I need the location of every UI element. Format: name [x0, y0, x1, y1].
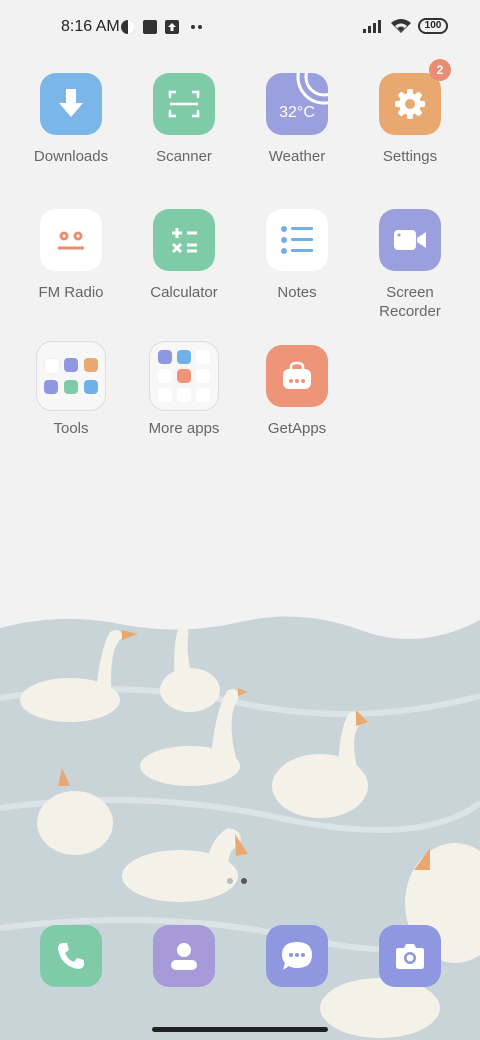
- dock-phone-app[interactable]: [40, 925, 102, 987]
- gear-icon: 2: [379, 59, 451, 135]
- downloads-icon: [40, 73, 102, 135]
- weather-icon: 32°C: [266, 73, 328, 135]
- app-getapps[interactable]: GetApps: [241, 345, 353, 438]
- app-label: Screen Recorder: [379, 284, 441, 320]
- app-label: GetApps: [267, 420, 327, 437]
- app-scanner[interactable]: Scanner: [128, 73, 240, 166]
- gesture-home-bar[interactable]: [152, 1027, 328, 1032]
- mini-app-icon: [196, 388, 210, 402]
- notification-badge: 2: [429, 59, 451, 81]
- battery-indicator: 100: [418, 18, 448, 34]
- mini-app-icon: [44, 380, 58, 394]
- scanner-icon: [153, 73, 215, 135]
- mini-app-icon: [84, 380, 98, 394]
- folder-icon: [149, 341, 219, 411]
- upload-notification-icon: [165, 20, 179, 34]
- page-indicator: [227, 878, 247, 884]
- folder-label: Tools: [53, 420, 89, 437]
- system-status: 100: [362, 18, 448, 34]
- mini-app-icon: [158, 350, 172, 364]
- dock-contacts-app[interactable]: [153, 925, 215, 987]
- status-bar: 8:16 AM 100: [0, 0, 480, 56]
- notes-icon: [266, 209, 328, 271]
- mini-app-icon: [64, 380, 78, 394]
- app-label: Notes: [277, 284, 317, 301]
- app-label: Scanner: [156, 148, 212, 165]
- folder-tools[interactable]: Tools: [15, 341, 127, 438]
- square-notification-icon: [143, 20, 157, 34]
- clock: 8:16 AM: [61, 18, 120, 35]
- mini-app-icon: [177, 350, 191, 364]
- app-settings[interactable]: 2 Settings: [354, 59, 466, 166]
- shopping-bag-icon: [266, 345, 328, 407]
- app-screen-recorder[interactable]: Screen Recorder: [354, 209, 466, 321]
- person-icon: [171, 943, 197, 970]
- mini-app-icon: [196, 350, 210, 364]
- app-calculator[interactable]: Calculator: [128, 209, 240, 302]
- calculator-icon: [153, 209, 215, 271]
- mini-app-icon: [84, 358, 98, 372]
- folder-icon: [36, 341, 106, 411]
- mini-app-icon: [158, 369, 172, 383]
- app-weather[interactable]: 32°C Weather: [241, 73, 353, 166]
- page-dot-current[interactable]: [241, 878, 247, 884]
- more-notifications-icon: [191, 25, 202, 29]
- wifi-icon: [391, 19, 411, 33]
- weather-temperature: 32°C: [279, 104, 315, 121]
- camera-icon: [396, 944, 424, 969]
- dock-camera-app[interactable]: [379, 925, 441, 987]
- video-camera-icon: [379, 209, 441, 271]
- signal-icon: [363, 20, 381, 33]
- folder-more-apps[interactable]: More apps: [128, 341, 240, 438]
- mini-app-icon: [177, 388, 191, 402]
- mini-app-icon: [64, 358, 78, 372]
- app-notes[interactable]: Notes: [241, 209, 353, 302]
- app-label: FM Radio: [38, 284, 104, 301]
- mini-app-icon: [158, 388, 172, 402]
- app-label: Settings: [382, 148, 438, 165]
- mini-app-icon: [196, 369, 210, 383]
- mini-app-icon: [44, 358, 60, 374]
- dock-messages-app[interactable]: [266, 925, 328, 987]
- chat-bubble-icon: [282, 942, 312, 970]
- app-label: Calculator: [150, 284, 218, 301]
- app-fm-radio[interactable]: FM Radio: [15, 209, 127, 302]
- app-label: Weather: [268, 148, 326, 165]
- app-notification-icon: [121, 20, 135, 34]
- app-downloads[interactable]: Downloads: [15, 73, 127, 166]
- page-dot[interactable]: [227, 878, 233, 884]
- radio-icon: [40, 209, 102, 271]
- folder-label: More apps: [148, 420, 220, 437]
- app-label: Downloads: [33, 148, 109, 165]
- phone-icon: [58, 943, 84, 969]
- mini-app-icon: [177, 369, 191, 383]
